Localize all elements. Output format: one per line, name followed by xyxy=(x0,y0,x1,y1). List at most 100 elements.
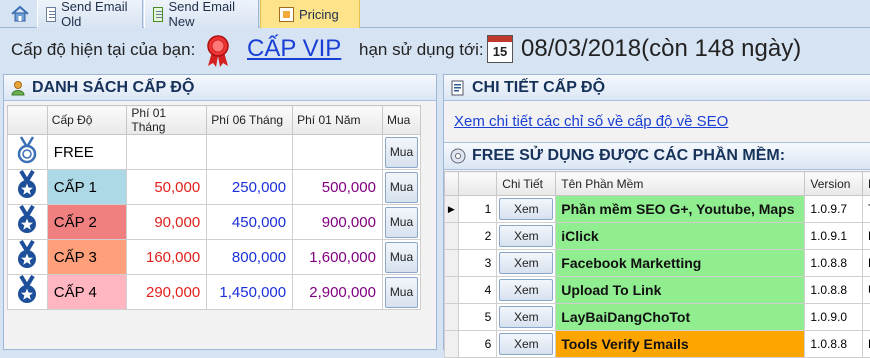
row-header: ▶ xyxy=(445,196,459,223)
detail-cell: Xem xyxy=(497,304,556,331)
level-name: CẤP 2 xyxy=(47,205,127,240)
price-list-icon xyxy=(279,7,294,22)
seo-detail-link[interactable]: Xem chi tiết các chỉ số về cấp độ về SEO xyxy=(454,113,728,130)
home-icon[interactable] xyxy=(10,4,30,24)
software-version: 1.0.9.7 xyxy=(805,196,863,223)
software-name: Upload To Link xyxy=(556,277,805,304)
buy-button[interactable]: Mua xyxy=(385,242,418,273)
col-detail: Chi Tiết xyxy=(497,172,556,196)
view-button[interactable]: Xem xyxy=(499,306,553,328)
software-section-header: FREE SỬ DỤNG ĐƯỢC CÁC PHẦN MỀM: xyxy=(444,142,870,170)
price-year1: 1,600,000 xyxy=(293,240,383,275)
col-row-header xyxy=(445,172,459,196)
price-year1: 500,000 xyxy=(293,170,383,205)
current-level-link[interactable]: CẤP VIP xyxy=(247,35,341,63)
software-name: LayBaiDangChoTot xyxy=(556,304,805,331)
buy-button[interactable]: Mua xyxy=(385,137,418,168)
buy-cell: Mua xyxy=(382,275,420,310)
view-button[interactable]: Xem xyxy=(499,252,553,274)
buy-cell: Mua xyxy=(382,135,420,170)
tab-send-email-old[interactable]: Send Email Old xyxy=(37,0,143,28)
software-row[interactable]: ▶1XemPhần mềm SEO G+, Youtube, Maps1.0.9… xyxy=(445,196,870,223)
level-icon-cell xyxy=(8,135,48,170)
price-month1 xyxy=(127,135,207,170)
tab-send-email-new[interactable]: Send Email New xyxy=(144,0,259,28)
software-m: T xyxy=(862,196,870,223)
software-name: iClick xyxy=(556,223,805,250)
document-info-icon xyxy=(450,80,466,96)
level-icon-cell xyxy=(8,170,48,205)
current-row-arrow-icon: ▶ xyxy=(448,204,455,214)
tab-label: Pricing xyxy=(299,7,339,22)
software-version: 1.0.8.8 xyxy=(805,250,863,277)
software-row[interactable]: 6XemTools Verify Emails1.0.8.8P xyxy=(445,331,870,358)
price-month1: 160,000 xyxy=(127,240,207,275)
software-version: 1.0.8.8 xyxy=(805,277,863,304)
software-m: P xyxy=(862,250,870,277)
calendar-icon: 15 xyxy=(487,35,513,63)
price-month6: 450,000 xyxy=(207,205,293,240)
col-buy: Mua xyxy=(382,106,420,135)
level-icon-cell xyxy=(8,205,48,240)
software-version: 1.0.9.0 xyxy=(805,304,863,331)
software-row[interactable]: 4XemUpload To Link1.0.8.8U xyxy=(445,277,870,304)
price-year1: 900,000 xyxy=(293,205,383,240)
col-index xyxy=(458,172,497,196)
row-index: 3 xyxy=(458,250,497,277)
current-level-label: Cấp độ hiện tại của bạn: xyxy=(11,40,195,60)
col-month1: Phí 01 Tháng xyxy=(127,106,207,135)
price-month1: 290,000 xyxy=(127,275,207,310)
document-icon xyxy=(46,7,56,22)
row-index: 1 xyxy=(458,196,497,223)
level-name: CẤP 1 xyxy=(47,170,127,205)
buy-button[interactable]: Mua xyxy=(385,172,418,203)
col-level: Cấp Độ xyxy=(47,106,127,135)
software-row[interactable]: 5XemLayBaiDangChoTot1.0.9.0 xyxy=(445,304,870,331)
view-button[interactable]: Xem xyxy=(499,333,553,355)
row-header xyxy=(445,223,459,250)
view-button[interactable]: Xem xyxy=(499,198,553,220)
tab-pricing[interactable]: Pricing xyxy=(260,0,360,28)
current-level-bar: Cấp độ hiện tại của bạn: CẤP VIP hạn sử … xyxy=(0,30,870,70)
level-row: CẤP 3160,000800,0001,600,000Mua xyxy=(8,240,421,275)
view-button[interactable]: Xem xyxy=(499,225,553,247)
software-row[interactable]: 2XemiClick1.0.9.1N xyxy=(445,223,870,250)
level-icon-cell xyxy=(8,275,48,310)
tab-label: Send Email New xyxy=(168,0,250,29)
levels-panel-header: DANH SÁCH CẤP ĐỘ xyxy=(4,75,436,101)
disc-icon xyxy=(450,148,466,164)
detail-cell: Xem xyxy=(497,250,556,277)
detail-cell: Xem xyxy=(497,331,556,358)
software-m xyxy=(862,304,870,331)
level-row: CẤP 290,000450,000900,000Mua xyxy=(8,205,421,240)
buy-cell: Mua xyxy=(382,170,420,205)
buy-button[interactable]: Mua xyxy=(385,277,418,308)
row-index: 5 xyxy=(458,304,497,331)
software-version: 1.0.8.8 xyxy=(805,331,863,358)
row-index: 6 xyxy=(458,331,497,358)
view-button[interactable]: Xem xyxy=(499,279,553,301)
detail-cell: Xem xyxy=(497,277,556,304)
software-m: P xyxy=(862,331,870,358)
col-month6: Phí 06 Tháng xyxy=(207,106,293,135)
level-name: FREE xyxy=(47,135,127,170)
price-month6: 800,000 xyxy=(207,240,293,275)
buy-button[interactable]: Mua xyxy=(385,207,418,238)
price-year1 xyxy=(293,135,383,170)
medal-icon xyxy=(14,205,40,235)
row-index: 2 xyxy=(458,223,497,250)
level-row: CẤP 4290,0001,450,0002,900,000Mua xyxy=(8,275,421,310)
level-name: CẤP 4 xyxy=(47,275,127,310)
software-row[interactable]: 3XemFacebook Marketting1.0.8.8P xyxy=(445,250,870,277)
medal-icon xyxy=(14,275,40,305)
col-software-name: Tên Phần Mềm xyxy=(556,172,805,196)
level-row: FREE Mua xyxy=(8,135,421,170)
level-icon-cell xyxy=(8,240,48,275)
levels-table: Cấp Độ Phí 01 Tháng Phí 06 Tháng Phí 01 … xyxy=(7,105,421,310)
col-version: Version xyxy=(805,172,863,196)
detail-cell: Xem xyxy=(497,196,556,223)
price-year1: 2,900,000 xyxy=(293,275,383,310)
medal-icon xyxy=(14,240,40,270)
software-m: N xyxy=(862,223,870,250)
level-row: CẤP 150,000250,000500,000Mua xyxy=(8,170,421,205)
